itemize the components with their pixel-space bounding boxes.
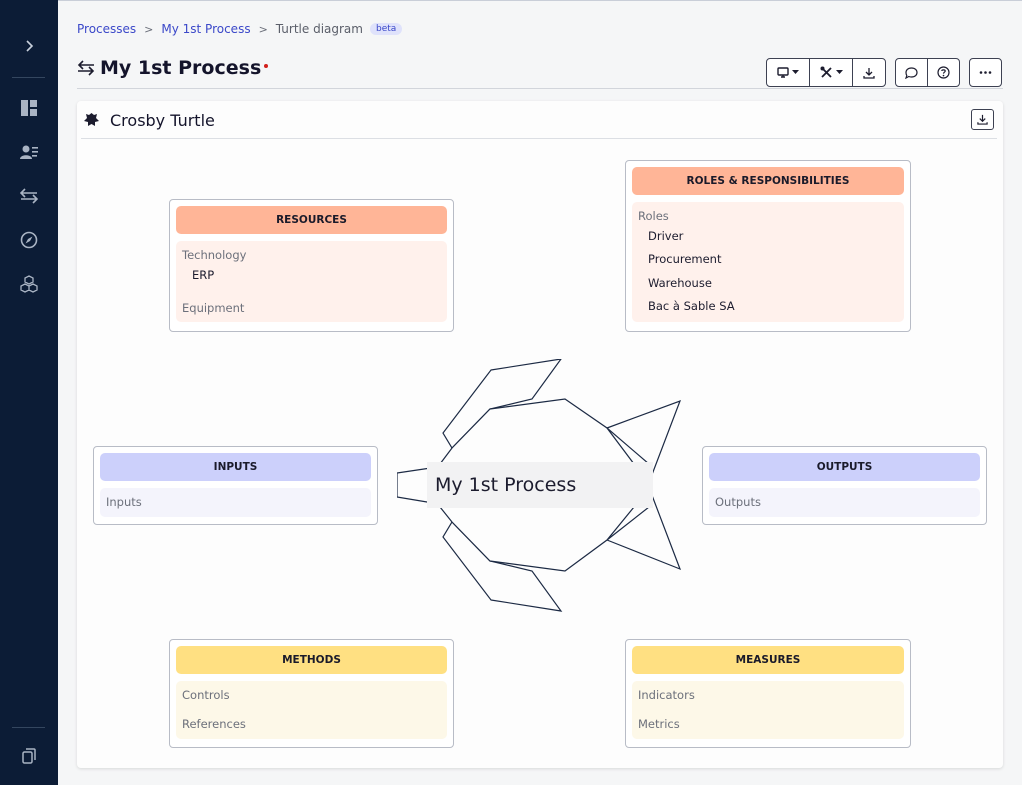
methods-body: Controls References: [176, 681, 447, 739]
more-icon: [979, 71, 992, 74]
dashboard-icon: [21, 100, 37, 116]
inputs-header: INPUTS: [100, 453, 371, 481]
breadcrumb-separator: >: [144, 22, 154, 36]
process-icon: [77, 60, 95, 76]
category-references: References: [182, 717, 246, 731]
inputs-placeholder: Inputs: [106, 495, 142, 509]
unsaved-indicator: [264, 64, 269, 68]
sidebar-item-modules[interactable]: [0, 266, 58, 302]
resources-box[interactable]: RESOURCES Technology ERP Equipment: [169, 199, 454, 332]
turtle-icon: [84, 112, 99, 126]
breadcrumb-separator: >: [258, 22, 268, 36]
main-content: Processes > My 1st Process > Turtle diag…: [58, 0, 1022, 785]
expand-sidebar-button[interactable]: [0, 28, 58, 64]
chevron-right-icon: [26, 40, 34, 52]
tools-icon: [820, 66, 832, 78]
outputs-header: OUTPUTS: [709, 453, 980, 481]
diagram-title: Crosby Turtle: [110, 110, 215, 130]
header-divider: [77, 88, 1003, 89]
role-item[interactable]: Bac à Sable SA: [638, 299, 898, 314]
outputs-placeholder: Outputs: [715, 495, 761, 509]
diagram-download-button[interactable]: [971, 109, 994, 130]
methods-header: METHODS: [176, 646, 447, 674]
turtle-diagram-card: Crosby Turtle My 1st Process RESOURCES T…: [77, 101, 1003, 768]
breadcrumb-current: Turtle diagram: [275, 22, 363, 36]
comments-button[interactable]: [895, 58, 928, 87]
copy-icon: [22, 748, 36, 764]
role-item[interactable]: Driver: [638, 229, 898, 244]
category-roles: Roles: [638, 209, 669, 223]
modules-icon: [20, 275, 38, 293]
help-button[interactable]: [927, 58, 960, 87]
outputs-body: Outputs: [709, 488, 980, 517]
process-icon: [20, 188, 38, 204]
measures-body: Indicators Metrics: [632, 681, 904, 739]
inputs-box[interactable]: INPUTS Inputs: [93, 446, 378, 525]
sidebar-divider: [12, 77, 45, 78]
breadcrumb-link-processes[interactable]: Processes: [77, 22, 136, 36]
resource-item[interactable]: ERP: [182, 268, 441, 283]
page-title: My 1st Process: [100, 57, 262, 79]
category-controls: Controls: [182, 688, 230, 702]
sidebar: [0, 0, 58, 785]
role-item[interactable]: Procurement: [638, 252, 898, 267]
roles-body: Roles Driver Procurement Warehouse Bac à…: [632, 202, 904, 322]
sidebar-item-processes[interactable]: [0, 178, 58, 214]
sidebar-item-explore[interactable]: [0, 222, 58, 258]
page-header: My 1st Process: [77, 54, 269, 82]
sidebar-item-dashboard[interactable]: [0, 90, 58, 126]
download-icon: [977, 114, 988, 125]
role-item[interactable]: Warehouse: [638, 276, 898, 291]
breadcrumb: Processes > My 1st Process > Turtle diag…: [77, 21, 403, 37]
roles-box[interactable]: ROLES & RESPONSIBILITIES Roles Driver Pr…: [625, 160, 911, 332]
sidebar-divider: [12, 727, 45, 728]
category-technology: Technology: [182, 248, 247, 262]
caret-down-icon: [792, 70, 799, 74]
card-divider: [81, 138, 997, 139]
breadcrumb-link-process[interactable]: My 1st Process: [161, 22, 250, 36]
roles-header: ROLES & RESPONSIBILITIES: [632, 167, 904, 195]
sidebar-item-copy[interactable]: [0, 738, 58, 774]
card-header: Crosby Turtle: [83, 109, 215, 131]
compass-icon: [20, 231, 38, 249]
category-equipment: Equipment: [182, 301, 245, 315]
monitor-icon: [777, 67, 789, 78]
resources-header: RESOURCES: [176, 206, 447, 234]
display-mode-dropdown[interactable]: [766, 58, 810, 87]
inputs-body: Inputs: [100, 488, 371, 517]
measures-header: MEASURES: [632, 646, 904, 674]
comment-icon: [905, 66, 918, 79]
caret-down-icon: [835, 70, 843, 74]
measures-box[interactable]: MEASURES Indicators Metrics: [625, 639, 911, 748]
users-icon: [20, 145, 38, 159]
help-icon: [937, 66, 950, 79]
download-icon: [863, 67, 875, 79]
resources-body: Technology ERP Equipment: [176, 241, 447, 322]
sidebar-item-users[interactable]: [0, 134, 58, 170]
process-center-label: My 1st Process: [427, 462, 653, 508]
more-options-button[interactable]: [969, 58, 1002, 87]
tools-dropdown[interactable]: [809, 58, 853, 87]
beta-badge: beta: [369, 23, 403, 35]
category-indicators: Indicators: [638, 688, 695, 702]
category-metrics: Metrics: [638, 717, 680, 731]
download-button[interactable]: [852, 58, 886, 87]
methods-box[interactable]: METHODS Controls References: [169, 639, 454, 748]
outputs-box[interactable]: OUTPUTS Outputs: [702, 446, 987, 525]
